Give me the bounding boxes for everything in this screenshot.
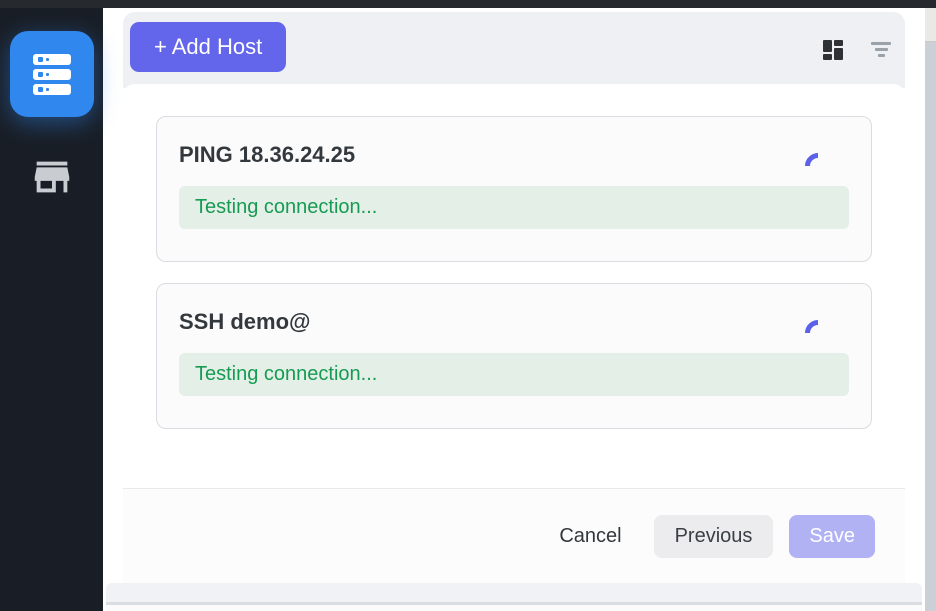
cancel-button[interactable]: Cancel [545, 515, 635, 558]
previous-button[interactable]: Previous [654, 515, 774, 558]
status-badge: Testing connection... [179, 186, 849, 229]
next-panel-surface [106, 605, 922, 611]
right-edge-strip [925, 42, 936, 611]
host-card-ping: PING 18.36.24.25 Testing connection... [156, 116, 872, 262]
right-edge-strip-top [925, 8, 936, 42]
modal-toolbar: + Add Host [123, 12, 905, 88]
host-test-panel: PING 18.36.24.25 Testing connection... S… [123, 84, 905, 488]
status-badge: Testing connection... [179, 353, 849, 396]
dashboard-icon[interactable] [823, 40, 843, 60]
sidebar [0, 8, 103, 611]
host-card-title: SSH demo@ [179, 308, 849, 336]
next-panel-edge [106, 583, 922, 602]
host-card-ssh: SSH demo@ Testing connection... [156, 283, 872, 429]
add-host-button[interactable]: + Add Host [130, 22, 286, 72]
toolbar-icon-group [823, 12, 891, 88]
store-icon [29, 154, 75, 200]
modal-footer: Cancel Previous Save [123, 488, 905, 583]
sidebar-item-store[interactable] [29, 154, 75, 200]
save-button[interactable]: Save [789, 515, 875, 558]
filter-icon[interactable] [871, 42, 891, 58]
top-bar [0, 0, 936, 8]
host-card-title: PING 18.36.24.25 [179, 141, 849, 169]
sidebar-item-hosts[interactable] [10, 31, 94, 117]
